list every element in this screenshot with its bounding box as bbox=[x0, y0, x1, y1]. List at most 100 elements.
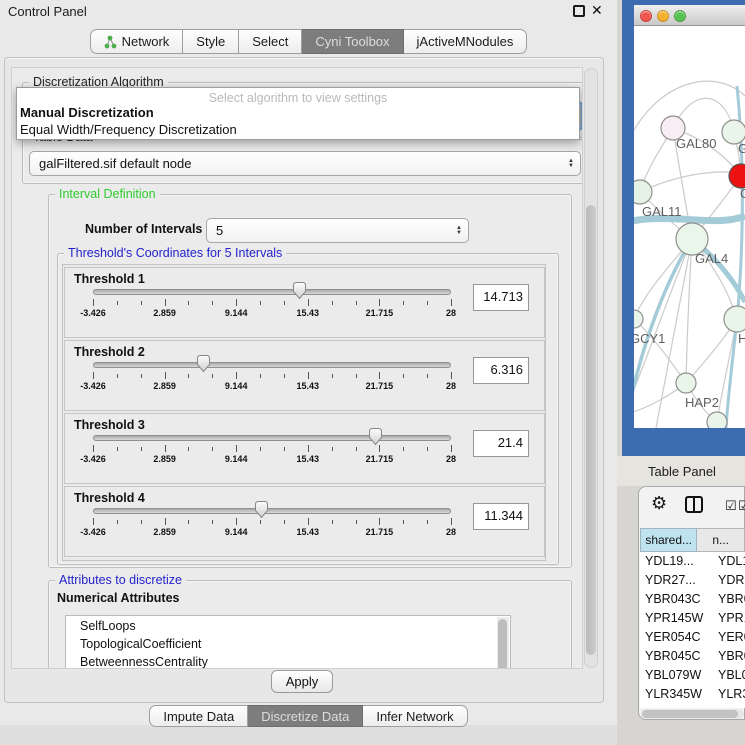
minor-tick bbox=[427, 447, 428, 451]
threshold-value-field[interactable]: 21.4 bbox=[473, 430, 529, 457]
node-h[interactable] bbox=[724, 306, 745, 332]
minor-tick bbox=[427, 301, 428, 305]
minor-tick bbox=[212, 374, 213, 378]
threshold-label: Threshold 1 bbox=[74, 272, 145, 286]
scrollbar-thumb[interactable] bbox=[642, 710, 738, 718]
tab-select[interactable]: Select bbox=[239, 29, 302, 54]
minor-tick bbox=[117, 374, 118, 378]
cell-name: YBL0 bbox=[718, 668, 745, 682]
table-row[interactable]: YDR27...YDR2 bbox=[640, 571, 745, 590]
node-label: G bbox=[738, 141, 745, 156]
tick-label: 9.144 bbox=[209, 381, 263, 391]
cell-name: YPR1 bbox=[718, 611, 745, 625]
minor-tick bbox=[332, 374, 333, 378]
minor-tick bbox=[284, 520, 285, 524]
tick-label: 15.43 bbox=[281, 527, 335, 537]
threshold-value-field[interactable]: 14.713 bbox=[473, 284, 529, 311]
tab-cyni-toolbox[interactable]: Cyni Toolbox bbox=[302, 29, 403, 54]
tick-label: 28 bbox=[424, 454, 478, 464]
stepper-arrows-icon: ▲▼ bbox=[450, 226, 468, 236]
slider-track[interactable] bbox=[93, 508, 451, 514]
minimize-traffic-light[interactable] bbox=[657, 10, 669, 22]
table-row[interactable]: YBL079WYBL0 bbox=[640, 666, 745, 685]
tab-impute-data[interactable]: Impute Data bbox=[149, 705, 248, 727]
settings-vertical-scrollbar[interactable] bbox=[584, 68, 598, 668]
node-gcy1[interactable] bbox=[634, 310, 643, 328]
major-tick bbox=[451, 372, 452, 379]
close-traffic-light[interactable] bbox=[640, 10, 652, 22]
numerical-attributes-list[interactable]: SelfLoops TopologicalCoefficient Betweenne… bbox=[65, 615, 511, 669]
major-tick bbox=[379, 518, 380, 525]
attribute-item[interactable]: BetweennessCentrality bbox=[80, 655, 208, 669]
minor-tick bbox=[141, 374, 142, 378]
minor-tick bbox=[260, 374, 261, 378]
network-graph[interactable]: GAL80 G C GAL11 GAL4 GCY1 H HAP2 bbox=[634, 26, 745, 428]
threshold-value-field[interactable]: 11.344 bbox=[473, 503, 529, 530]
table-row[interactable]: YER054CYER0 bbox=[640, 628, 745, 647]
network-view-window: GAL80 G C GAL11 GAL4 GCY1 H HAP2 bbox=[622, 0, 745, 456]
apply-button[interactable]: Apply bbox=[271, 670, 333, 693]
number-of-intervals-combobox[interactable]: 5 ▲▼ bbox=[206, 218, 469, 243]
slider-track[interactable] bbox=[93, 362, 451, 368]
column-header-shared-name[interactable]: shared... bbox=[640, 528, 697, 552]
network-canvas[interactable]: GAL80 G C GAL11 GAL4 GCY1 H HAP2 bbox=[634, 26, 745, 428]
scrollbar-thumb[interactable] bbox=[498, 619, 507, 669]
checkbox-checked-icon[interactable]: ☑ bbox=[738, 498, 745, 514]
tab-jactivemnodules[interactable]: jActiveMNodules bbox=[404, 29, 528, 54]
scrollbar-thumb[interactable] bbox=[586, 205, 596, 655]
attribute-item[interactable]: TopologicalCoefficient bbox=[80, 637, 201, 651]
list-scrollbar[interactable] bbox=[497, 617, 509, 669]
zoom-traffic-light[interactable] bbox=[674, 10, 686, 22]
tick-label: 28 bbox=[424, 527, 478, 537]
slider-track[interactable] bbox=[93, 435, 451, 441]
tab-infer-network[interactable]: Infer Network bbox=[363, 705, 467, 727]
node-bottom[interactable] bbox=[707, 412, 727, 428]
major-tick bbox=[93, 372, 94, 379]
table-horizontal-scrollbar[interactable] bbox=[641, 709, 744, 719]
split-columns-icon[interactable] bbox=[685, 496, 703, 513]
network-icon bbox=[104, 35, 117, 49]
table-row[interactable]: YLR345WYLR3 bbox=[640, 685, 745, 704]
tab-discretize-data[interactable]: Discretize Data bbox=[248, 705, 363, 727]
tick-label: 21.715 bbox=[352, 381, 406, 391]
attribute-item[interactable]: SelfLoops bbox=[80, 619, 136, 633]
table-data-combobox[interactable]: galFiltered.sif default node ▲▼ bbox=[29, 151, 581, 176]
popup-item-manual-discretization[interactable]: Manual Discretization bbox=[20, 105, 154, 120]
table-row[interactable]: YBR043CYBR0 bbox=[640, 590, 745, 609]
gear-icon[interactable]: ⚙ bbox=[651, 493, 667, 514]
minor-tick bbox=[284, 374, 285, 378]
slider-handle[interactable] bbox=[254, 500, 269, 519]
slider-handle[interactable] bbox=[292, 281, 307, 300]
node-hap2[interactable] bbox=[676, 373, 696, 393]
minor-tick bbox=[427, 520, 428, 524]
table-row[interactable]: YIL052CYIL0 bbox=[640, 704, 745, 708]
float-window-icon[interactable] bbox=[573, 5, 585, 17]
slider-handle[interactable] bbox=[196, 354, 211, 373]
table-row[interactable]: YBR045CYBR0 bbox=[640, 647, 745, 666]
cell-name: YBR0 bbox=[718, 592, 745, 606]
minor-tick bbox=[141, 447, 142, 451]
column-header-name[interactable]: n... bbox=[697, 528, 745, 552]
tab-style[interactable]: Style bbox=[183, 29, 239, 54]
threshold-label: Threshold 3 bbox=[74, 418, 145, 432]
cell-shared-name: YBR043C bbox=[645, 592, 715, 606]
table-row[interactable]: YDL19...YDL1 bbox=[640, 552, 745, 571]
cell-name: YLR3 bbox=[718, 687, 745, 701]
minor-tick bbox=[117, 447, 118, 451]
close-icon[interactable]: ✕ bbox=[591, 2, 603, 19]
major-tick bbox=[308, 445, 309, 452]
checkbox-checked-icon[interactable]: ☑ bbox=[725, 498, 737, 514]
table-row[interactable]: YPR145WYPR1 bbox=[640, 609, 745, 628]
cell-shared-name: YER054C bbox=[645, 630, 715, 644]
major-tick bbox=[165, 372, 166, 379]
node-red-selected[interactable] bbox=[729, 164, 745, 188]
slider-track[interactable] bbox=[93, 289, 451, 295]
popup-item-equal-width-frequency[interactable]: Equal Width/Frequency Discretization bbox=[20, 122, 237, 137]
slider-handle[interactable] bbox=[368, 427, 383, 446]
major-tick bbox=[308, 372, 309, 379]
threshold-value-field[interactable]: 6.316 bbox=[473, 357, 529, 384]
node-gal11[interactable] bbox=[634, 180, 652, 204]
table-panel-title: Table Panel bbox=[648, 464, 716, 479]
tab-network[interactable]: Network bbox=[90, 29, 184, 54]
minor-tick bbox=[284, 301, 285, 305]
